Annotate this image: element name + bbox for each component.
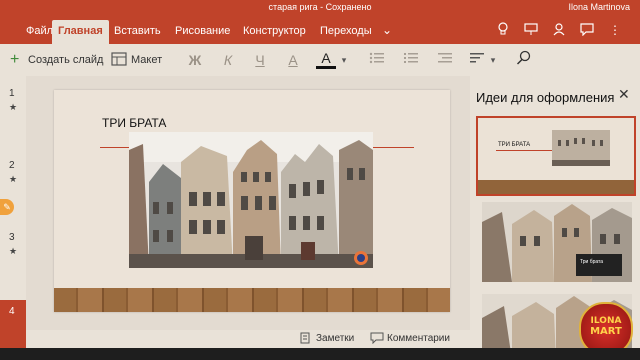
- status-bar: Заметки Комментарии: [26, 330, 470, 348]
- search-icon[interactable]: [514, 50, 534, 70]
- bullets-icon[interactable]: [367, 50, 387, 70]
- design-idea-2-photo: [482, 202, 632, 282]
- design-pane-title: Идеи для оформления: [476, 90, 615, 105]
- slide-number-4[interactable]: 4: [9, 306, 15, 317]
- design-idea-1[interactable]: ТРИ БРАТА: [476, 116, 636, 196]
- design-idea-1-title: ТРИ БРАТА: [498, 142, 531, 148]
- paragraph-dropdown-icon[interactable]: ▾: [483, 50, 503, 70]
- home-toolbar: + Создать слайд Макет Ж К Ч А А ▾ ▾: [0, 44, 640, 77]
- comments-icon[interactable]: [370, 332, 384, 345]
- logo-line-2: MART: [590, 326, 622, 337]
- user-name[interactable]: Ilona Martinova: [568, 2, 630, 12]
- slide-thumbnails: 1 ★ 2 ★ 3 ★ 4: [0, 76, 26, 360]
- current-slide[interactable]: ТРИ БРАТА: [54, 90, 450, 312]
- numbering-icon[interactable]: [401, 50, 421, 70]
- comment-icon[interactable]: [578, 22, 596, 38]
- more-options-icon[interactable]: ⋮: [606, 22, 624, 38]
- wood-floor-strip: [54, 288, 450, 312]
- new-slide-button[interactable]: Создать слайд: [28, 52, 103, 68]
- slide-number-1[interactable]: 1: [9, 88, 15, 99]
- tab-home[interactable]: Главная: [52, 20, 109, 44]
- font-color-button[interactable]: А: [316, 50, 336, 69]
- underline-button[interactable]: Ч: [250, 50, 270, 70]
- layout-button[interactable]: Макет: [131, 52, 162, 68]
- title-bar: старая рига - Сохранено Ilona Martinova: [0, 0, 640, 14]
- animation-star-icon: ★: [9, 174, 18, 184]
- slide-title[interactable]: ТРИ БРАТА: [102, 116, 166, 130]
- document-title: старая рига - Сохранено: [268, 2, 372, 12]
- share-icon[interactable]: [550, 22, 568, 38]
- close-icon[interactable]: ✕: [618, 86, 630, 103]
- tab-transitions[interactable]: Переходы: [314, 20, 378, 44]
- bold-button[interactable]: Ж: [185, 50, 205, 70]
- plus-icon[interactable]: +: [10, 52, 19, 68]
- design-idea-2-title: Три брата: [580, 259, 604, 265]
- system-bottom-bar: [0, 348, 640, 360]
- tab-insert[interactable]: Вставить: [108, 20, 167, 44]
- slide-number-2[interactable]: 2: [9, 160, 15, 171]
- italic-button[interactable]: К: [218, 50, 238, 70]
- design-idea-2[interactable]: Три брата: [482, 202, 632, 282]
- more-tabs-chevron-icon[interactable]: ⌄: [378, 22, 396, 38]
- three-brothers-photo[interactable]: [129, 132, 373, 268]
- tab-draw[interactable]: Рисование: [169, 20, 236, 44]
- lightbulb-icon[interactable]: [494, 22, 512, 38]
- animation-star-icon: ★: [9, 102, 18, 112]
- ribbon-tabs: Файл Главная Вставить Рисование Конструк…: [0, 14, 640, 44]
- layout-icon[interactable]: [111, 52, 127, 68]
- highlight-button[interactable]: А: [283, 50, 303, 70]
- notes-button[interactable]: Заметки: [316, 333, 354, 344]
- design-idea-1-photo: [552, 130, 610, 166]
- slide-number-3[interactable]: 3: [9, 232, 15, 243]
- animation-star-icon: ★: [9, 246, 18, 256]
- tab-design[interactable]: Конструктор: [237, 20, 312, 44]
- comments-button[interactable]: Комментарии: [387, 333, 450, 344]
- logo-line-1: ILONA: [590, 316, 622, 326]
- font-color-dropdown-icon[interactable]: ▾: [334, 50, 354, 70]
- present-icon[interactable]: [522, 22, 540, 38]
- notes-icon[interactable]: [300, 332, 312, 344]
- decrease-indent-icon[interactable]: [435, 50, 455, 70]
- design-idea-1-floor: [478, 180, 634, 194]
